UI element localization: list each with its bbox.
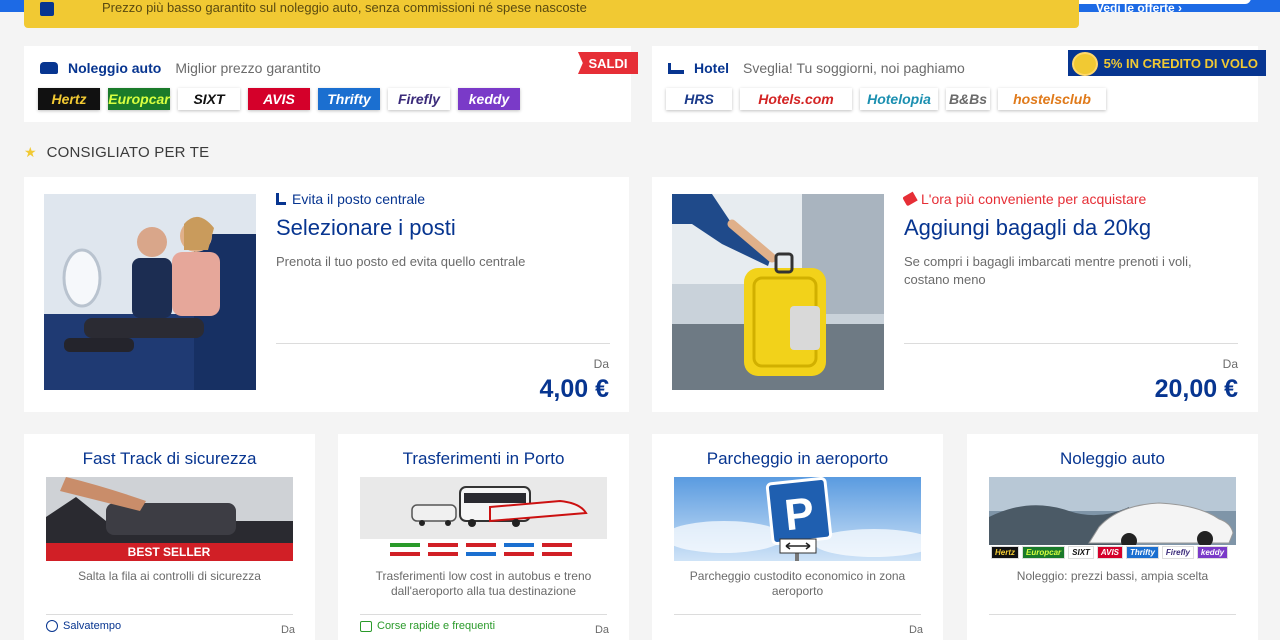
fast-track-description: Salta la fila ai controlli di sicurezza — [78, 569, 261, 583]
parking-from-label: Da — [908, 624, 923, 636]
star-icon: ★ — [24, 144, 37, 160]
divider — [904, 343, 1238, 344]
mini-logo-firefly: Firefly — [1161, 546, 1194, 559]
mini-logo-avis: AVIS — [1096, 546, 1123, 559]
recommendation-card-bags[interactable]: L'ora più conveniente per acquistare Agg… — [652, 177, 1258, 412]
sale-badge: SALDI — [578, 52, 638, 74]
car-rental-subtitle: Miglior prezzo garantito — [175, 60, 321, 76]
recommendation-card-seats[interactable]: Evita il posto centrale Selezionare i po… — [24, 177, 629, 412]
fast-track-from-label: Da — [280, 624, 295, 636]
mini-logo-hertz: Hertz — [991, 546, 1020, 559]
partner-logo-hrs[interactable]: HRS — [666, 88, 732, 110]
partner-logo-sixt[interactable]: SIXT — [178, 88, 240, 110]
partner-logo-hotelopia[interactable]: Hotelopia — [860, 88, 938, 110]
recommended-section-title: ★ CONSIGLIATO PER TE — [24, 144, 209, 161]
service-card-parking[interactable]: Parcheggio in aeroporto P Parcheggio cus… — [652, 434, 943, 640]
bags-tag: L'ora più conveniente per acquistare — [902, 191, 1146, 207]
car-rental-mini-logos: Hertz Europcar SIXT AVIS Thrifty Firefly keddy — [991, 546, 1229, 559]
partner-logo-avis[interactable]: AVIS — [248, 88, 310, 110]
promo-banner: Prezzo più basso garantito sul noleggio … — [24, 0, 1079, 28]
partner-logo-hotels-com[interactable]: Hotels.com — [740, 88, 852, 110]
parking-image: P — [674, 477, 921, 561]
mini-logo-thrifty: Thrifty — [1126, 546, 1159, 559]
partner-logo-b-bs[interactable]: B&Bs — [946, 88, 990, 110]
bags-description: Se compri i bagagli imbarcati mentre pre… — [904, 254, 1192, 287]
service-card-transfers[interactable]: Trasferimenti in Porto Trasferimenti low… — [338, 434, 629, 640]
service-card-fast-track[interactable]: Fast Track di sicurezza BEST SELLER Salt… — [24, 434, 315, 640]
bed-icon — [668, 62, 684, 74]
hotel-subtitle: Sveglia! Tu soggiorni, noi paghiamo — [743, 60, 965, 76]
partner-logo-firefly[interactable]: Firefly — [388, 88, 450, 110]
seats-from-label: Da — [593, 357, 609, 371]
seat-icon — [276, 193, 286, 205]
bags-from-label: Da — [1222, 357, 1238, 371]
fast-track-badge: Salvatempo — [46, 620, 121, 632]
price-tag-icon — [902, 191, 918, 207]
service-card-car-rental[interactable]: Noleggio auto Hertz Europcar SIXT AVIS Thrif… — [967, 434, 1258, 640]
divider — [989, 614, 1236, 615]
partner-logo-hostelsclub[interactable]: hostelsclub — [998, 88, 1106, 110]
partner-logo-hertz[interactable]: Hertz — [38, 88, 100, 110]
car-rental-title: Noleggio auto — [68, 60, 162, 76]
seats-image — [44, 194, 256, 390]
bags-price: 20,00 € — [1154, 375, 1238, 403]
best-seller-label: BEST SELLER — [128, 545, 211, 559]
bags-title: Aggiungi bagagli da 20kg — [904, 215, 1152, 240]
partner-logo-europcar[interactable]: Europcar — [108, 88, 170, 110]
divider — [360, 614, 607, 615]
clock-icon — [46, 620, 58, 632]
transfers-badge: Corse rapide e frequenti — [360, 620, 495, 632]
transfers-from-label: Da — [594, 624, 609, 636]
car-rental-logos: Hertz Europcar SIXT AVIS Thrifty Firefly keddy — [38, 88, 520, 110]
parking-p-label: P — [782, 489, 816, 541]
car-rental-card-title: Noleggio auto — [1060, 449, 1165, 468]
car-icon — [40, 62, 58, 74]
mini-logo-europcar: Europcar — [1022, 546, 1066, 559]
transfers-title: Trasferimenti in Porto — [402, 449, 565, 468]
section-title-text: CONSIGLIATO PER TE — [46, 144, 210, 161]
parking-description: Parcheggio custodito economico in zona a… — [689, 569, 906, 598]
car-rental-image: Hertz Europcar SIXT AVIS Thrifty Firefly keddy — [989, 477, 1236, 561]
seats-price: 4,00 € — [539, 375, 609, 403]
offers-link[interactable]: Vedi le offerte › — [1096, 1, 1182, 15]
fast-track-image: BEST SELLER — [46, 477, 293, 561]
hotel-title: Hotel — [694, 60, 729, 76]
seats-title: Selezionare i posti — [276, 215, 456, 240]
divider — [46, 614, 293, 615]
transfers-image — [360, 477, 607, 561]
divider — [674, 614, 921, 615]
seats-tag: Evita il posto centrale — [276, 191, 425, 207]
bus-icon — [360, 620, 372, 632]
mini-logo-keddy: keddy — [1196, 546, 1229, 559]
hotel-logos: HRS Hotels.com Hotelopia B&Bs hostelsclub — [666, 88, 1106, 110]
promo-text: Prezzo più basso garantito sul noleggio … — [102, 0, 587, 15]
promo-icon — [40, 2, 54, 16]
partner-logo-thrifty[interactable]: Thrifty — [318, 88, 380, 110]
parking-title: Parcheggio in aeroporto — [706, 449, 889, 468]
transfers-description: Trasferimenti low cost in autobus e tren… — [375, 569, 592, 598]
car-rental-partners[interactable]: Noleggio auto Miglior prezzo garantito H… — [24, 46, 631, 122]
seats-description: Prenota il tuo posto ed evita quello cen… — [276, 254, 526, 269]
car-rental-card-description: Noleggio: prezzi bassi, ampia scelta — [1016, 569, 1209, 583]
divider — [276, 343, 610, 344]
mini-logo-sixt: SIXT — [1068, 546, 1094, 559]
bags-image — [672, 194, 884, 390]
partner-logo-keddy[interactable]: keddy — [458, 88, 520, 110]
credit-coin-icon — [1072, 52, 1098, 76]
fast-track-title: Fast Track di sicurezza — [82, 449, 257, 468]
